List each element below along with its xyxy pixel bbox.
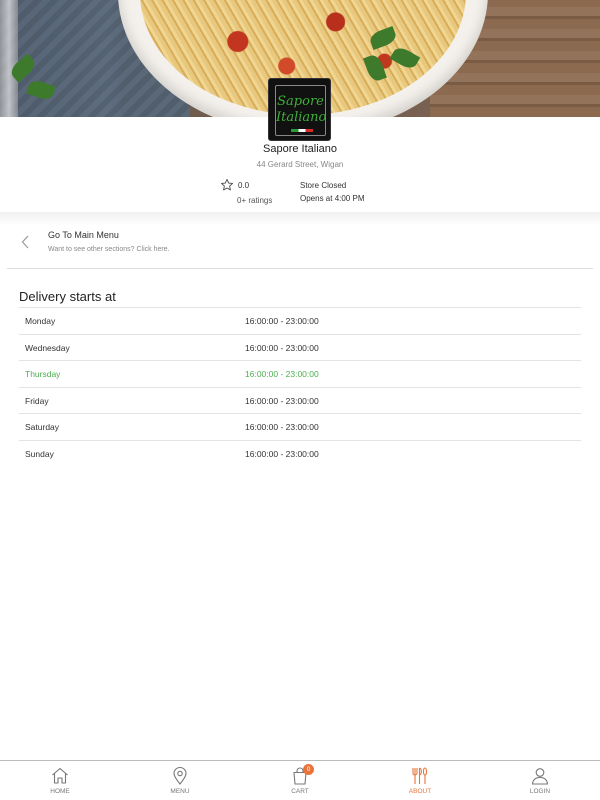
logo-text-top: Sapore <box>277 94 324 109</box>
cart-badge: 0 <box>303 764 314 775</box>
home-icon <box>52 767 68 784</box>
store-address: 44 Gerard Street, Wigan <box>256 160 344 169</box>
delivery-title: Delivery starts at <box>19 289 116 304</box>
hours-time: 16:00:00 - 23:00:00 <box>245 422 319 433</box>
hours-day: Monday <box>25 316 56 326</box>
store-status: Store Closed Opens at 4:00 PM <box>300 181 420 203</box>
store-opens-text: Opens at 4:00 PM <box>300 194 365 203</box>
star-icon <box>221 179 233 191</box>
nav-home[interactable]: HOME <box>0 761 120 800</box>
hours-time: 16:00:00 - 23:00:00 <box>245 395 319 406</box>
go-to-main-menu-link[interactable]: Go To Main Menu Want to see other sectio… <box>0 222 600 264</box>
hours-time: 16:00:00 - 23:00:00 <box>245 369 319 380</box>
nav-about[interactable]: ABOUT <box>360 761 480 800</box>
nav-label: HOME <box>50 788 70 795</box>
nav-label: LOGIN <box>529 788 551 795</box>
location-pin-icon <box>173 766 187 785</box>
nav-menu[interactable]: MENU <box>120 761 240 800</box>
hours-row-thursday: Thursday 16:00:00 - 23:00:00 <box>19 360 581 387</box>
fork-knife-icon <box>412 767 428 784</box>
main-menu-title: Go To Main Menu <box>48 230 119 240</box>
logo-frame: Sapore Italiano <box>275 85 326 136</box>
rating-block[interactable]: 0.0 0+ ratings <box>220 178 290 208</box>
hero-spoon <box>0 0 18 117</box>
nav-label: MENU <box>170 788 190 795</box>
nav-cart[interactable]: 0 CART <box>240 761 360 800</box>
bottom-nav: HOME MENU 0 CART ABOUT LOGIN <box>0 760 600 800</box>
store-logo: Sapore Italiano <box>268 78 331 141</box>
nav-login[interactable]: LOGIN <box>480 761 600 800</box>
rating-value: 0.0 <box>238 181 250 190</box>
store-name: Sapore Italiano <box>263 143 337 155</box>
delivery-hours-table: Monday 16:00:00 - 23:00:00 Wednesday 16:… <box>19 307 581 467</box>
hours-time: 16:00:00 - 23:00:00 <box>245 342 319 353</box>
hours-row-sunday: Sunday 16:00:00 - 23:00:00 <box>19 439 581 467</box>
store-about-page: Sapore Italiano Sapore Italiano 44 Gerar… <box>0 0 600 800</box>
hours-day: Wednesday <box>25 342 70 353</box>
hours-day: Thursday <box>25 369 61 380</box>
hours-row-monday: Monday 16:00:00 - 23:00:00 <box>19 307 581 334</box>
hours-row-saturday: Saturday 16:00:00 - 23:00:00 <box>19 413 581 440</box>
main-menu-subtitle: Want to see other sections? Click here. <box>48 246 170 253</box>
logo-text-bottom: Italiano <box>276 110 327 125</box>
nav-label: ABOUT <box>408 788 432 795</box>
hours-time: 16:00:00 - 23:00:00 <box>245 448 319 459</box>
logo-flag <box>291 129 313 132</box>
hours-time: 16:00:00 - 23:00:00 <box>245 316 319 326</box>
section-divider <box>7 268 593 269</box>
nav-label: CART <box>291 788 309 795</box>
store-status-text: Store Closed <box>300 181 347 190</box>
ratings-count: 0+ ratings <box>237 196 273 205</box>
hours-row-friday: Friday 16:00:00 - 23:00:00 <box>19 386 581 414</box>
user-icon <box>531 768 549 785</box>
hours-row-wednesday: Wednesday 16:00:00 - 23:00:00 <box>19 333 581 361</box>
chevron-left-icon <box>21 235 29 249</box>
hours-day: Saturday <box>25 422 60 433</box>
hours-day: Sunday <box>25 448 54 459</box>
hours-day: Friday <box>25 395 49 406</box>
